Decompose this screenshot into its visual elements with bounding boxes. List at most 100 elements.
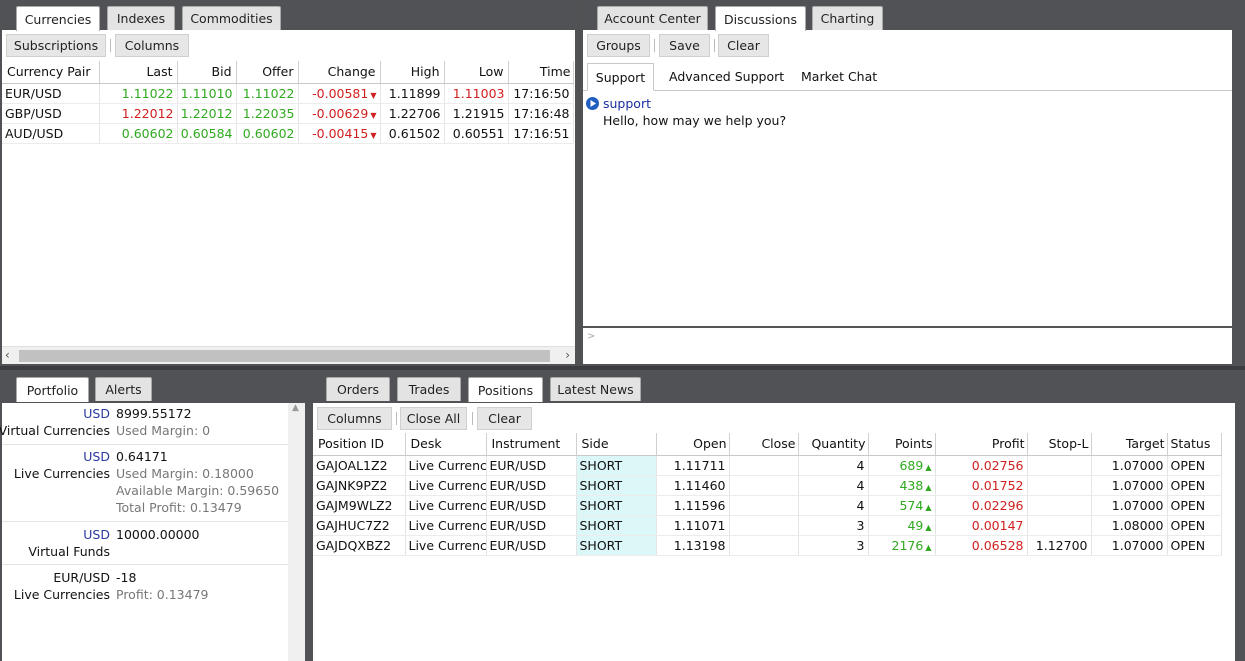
tab-trades[interactable]: Trades bbox=[397, 377, 461, 401]
scroll-right-icon[interactable]: › bbox=[565, 348, 570, 362]
cell-close bbox=[729, 515, 799, 536]
table-row[interactable]: GAJM9WLZ2Live CurrenciesEUR/USDSHORT1.11… bbox=[313, 495, 1222, 516]
chat-input[interactable]: > bbox=[583, 326, 1232, 364]
tab-positions[interactable]: Positions bbox=[468, 377, 543, 402]
table-row[interactable]: GAJNK9PZ2Live CurrenciesEUR/USDSHORT1.11… bbox=[313, 475, 1222, 496]
tab-commodities[interactable]: Commodities bbox=[182, 6, 281, 30]
cell-points: 574 ▲ bbox=[868, 495, 936, 516]
toolbar-separator bbox=[110, 39, 111, 52]
subtab-support[interactable]: Support bbox=[587, 63, 654, 91]
cell-id: GAJDQXBZ2 bbox=[313, 535, 406, 556]
cell-stop bbox=[1027, 495, 1092, 516]
portfolio-entry: USD 0.64171 Live Currencies Used Margin:… bbox=[2, 445, 290, 522]
col-close[interactable]: Close bbox=[729, 433, 799, 456]
tab-currencies[interactable]: Currencies bbox=[16, 6, 100, 31]
horizontal-scrollbar[interactable]: ‹ › bbox=[2, 346, 575, 364]
columns-button[interactable]: Columns bbox=[317, 407, 392, 430]
col-position-id[interactable]: Position ID bbox=[313, 433, 406, 456]
table-row[interactable]: GAJOAL1Z2Live CurrenciesEUR/USDSHORT1.11… bbox=[313, 455, 1222, 476]
col-open[interactable]: Open bbox=[656, 433, 730, 456]
discussions-panel: Account Center Discussions Charting Grou… bbox=[580, 0, 1245, 366]
subtab-advanced-support[interactable]: Advanced Support bbox=[669, 69, 784, 84]
cell-offer: 1.11022 bbox=[236, 83, 299, 104]
cell-time: 17:16:50 bbox=[508, 83, 574, 104]
cell-quantity: 4 bbox=[798, 495, 869, 516]
close-all-button[interactable]: Close All bbox=[400, 407, 467, 430]
cell-points: 689 ▲ bbox=[868, 455, 936, 476]
points-value: 689 bbox=[899, 457, 924, 473]
cell-time: 17:16:48 bbox=[508, 103, 574, 124]
columns-button[interactable]: Columns bbox=[115, 34, 189, 57]
cell-instrument: EUR/USD bbox=[486, 475, 577, 496]
cell-status: OPEN bbox=[1167, 475, 1222, 496]
points-value: 438 bbox=[899, 477, 924, 493]
subtab-market-chat[interactable]: Market Chat bbox=[801, 69, 877, 84]
save-button[interactable]: Save bbox=[659, 34, 710, 57]
entry-currency: USD bbox=[83, 449, 110, 464]
col-quantity[interactable]: Quantity bbox=[798, 433, 869, 456]
clear-button[interactable]: Clear bbox=[718, 34, 769, 57]
cell-side: SHORT bbox=[576, 475, 657, 496]
tab-alerts[interactable]: Alerts bbox=[95, 377, 152, 401]
tab-discussions[interactable]: Discussions bbox=[715, 6, 806, 31]
table-row[interactable]: GAJHUC7Z2Live CurrenciesEUR/USDSHORT1.11… bbox=[313, 515, 1222, 536]
entry-name: Live Currencies bbox=[13, 466, 110, 481]
cell-status: OPEN bbox=[1167, 455, 1222, 476]
tab-account-center[interactable]: Account Center bbox=[597, 6, 708, 30]
col-bid[interactable]: Bid bbox=[177, 61, 237, 84]
entry-value: 0.64171 bbox=[116, 449, 168, 464]
tab-charting[interactable]: Charting bbox=[812, 6, 883, 30]
scrollbar-thumb[interactable] bbox=[19, 350, 550, 362]
scroll-left-icon[interactable]: ‹ bbox=[5, 348, 10, 362]
portfolio-entry: USD 10000.00000 Virtual Funds bbox=[2, 522, 290, 565]
cell-high: 0.61502 bbox=[380, 123, 445, 144]
cell-status: OPEN bbox=[1167, 535, 1222, 556]
col-last[interactable]: Last bbox=[99, 61, 178, 84]
col-status[interactable]: Status bbox=[1167, 433, 1222, 456]
up-arrow-icon: ▲ bbox=[925, 482, 932, 492]
table-row[interactable]: EUR/USD 1.11022 1.11010 1.11022 -0.00581… bbox=[2, 83, 574, 104]
change-value: -0.00581 bbox=[312, 85, 369, 101]
tab-latest-news[interactable]: Latest News bbox=[550, 377, 641, 401]
cell-points: 49 ▲ bbox=[868, 515, 936, 536]
table-row[interactable]: AUD/USD 0.60602 0.60584 0.60602 -0.00415… bbox=[2, 123, 574, 144]
tab-portfolio[interactable]: Portfolio bbox=[16, 377, 89, 402]
subscriptions-button[interactable]: Subscriptions bbox=[6, 34, 106, 57]
col-time[interactable]: Time bbox=[508, 61, 574, 84]
tab-orders[interactable]: Orders bbox=[326, 377, 390, 401]
cell-open: 1.11460 bbox=[656, 475, 730, 496]
positions-panel: Orders Trades Positions Latest News Colu… bbox=[310, 366, 1245, 661]
table-row[interactable]: GBP/USD 1.22012 1.22012 1.22035 -0.00629… bbox=[2, 103, 574, 124]
cell-close bbox=[729, 475, 799, 496]
cell-profit: 0.02296 bbox=[935, 495, 1028, 516]
col-target[interactable]: Target bbox=[1091, 433, 1168, 456]
entry-detail: Used Margin: 0.18000 bbox=[116, 466, 254, 481]
groups-button[interactable]: Groups bbox=[587, 34, 650, 57]
cell-desk: Live Currencies bbox=[405, 475, 487, 496]
portfolio-content: USD 8999.55172 Virtual Currencies Used M… bbox=[0, 403, 305, 661]
cell-pair: GBP/USD bbox=[2, 103, 100, 124]
cell-change: -0.00415 ▼ bbox=[298, 123, 381, 144]
tab-indexes[interactable]: Indexes bbox=[107, 6, 175, 30]
clear-button[interactable]: Clear bbox=[477, 407, 532, 430]
col-instrument[interactable]: Instrument bbox=[486, 433, 577, 456]
scroll-up-icon[interactable]: ▲ bbox=[292, 403, 299, 413]
cell-time: 17:16:51 bbox=[508, 123, 574, 144]
col-low[interactable]: Low bbox=[444, 61, 509, 84]
col-offer[interactable]: Offer bbox=[236, 61, 299, 84]
cell-low: 0.60551 bbox=[444, 123, 509, 144]
vertical-scrollbar[interactable]: ▲ bbox=[288, 403, 305, 661]
table-row[interactable]: GAJDQXBZ2Live CurrenciesEUR/USDSHORT1.13… bbox=[313, 535, 1222, 556]
entry-detail: Available Margin: 0.59650 bbox=[116, 483, 280, 498]
col-change[interactable]: Change bbox=[298, 61, 381, 84]
cell-instrument: EUR/USD bbox=[486, 455, 577, 476]
col-side[interactable]: Side bbox=[576, 433, 657, 456]
cell-stop bbox=[1027, 515, 1092, 536]
col-desk[interactable]: Desk bbox=[405, 433, 487, 456]
col-currency-pair[interactable]: Currency Pair bbox=[2, 61, 100, 84]
col-stop-loss[interactable]: Stop-L bbox=[1027, 433, 1092, 456]
col-profit[interactable]: Profit bbox=[935, 433, 1028, 456]
col-high[interactable]: High bbox=[380, 61, 445, 84]
col-points[interactable]: Points bbox=[868, 433, 936, 456]
cell-offer: 1.22035 bbox=[236, 103, 299, 124]
